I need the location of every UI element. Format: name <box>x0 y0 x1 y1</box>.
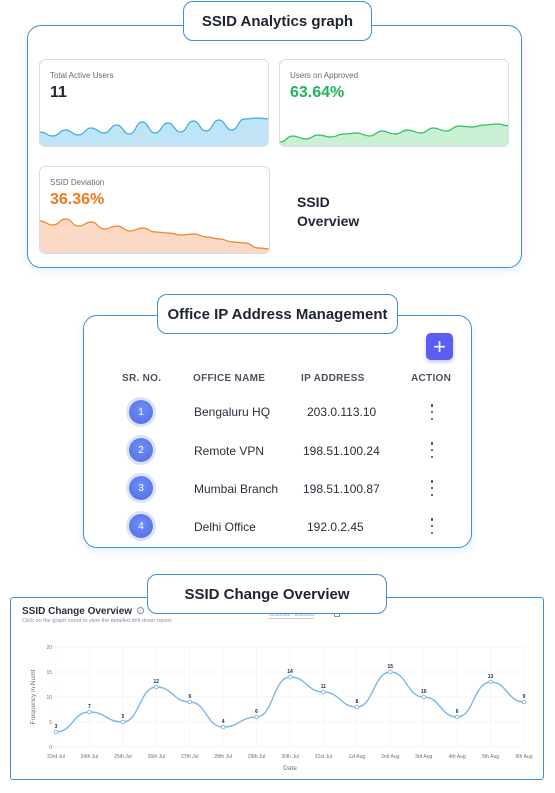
data-point[interactable] <box>421 694 426 700</box>
y-tick-label: 5 <box>49 720 52 726</box>
x-tick-label: 23rd Jul <box>47 754 65 760</box>
data-point[interactable] <box>488 679 493 685</box>
data-point[interactable] <box>354 704 360 710</box>
data-point[interactable] <box>287 674 293 680</box>
sparkline-chart <box>40 117 268 146</box>
row-actions-menu-icon[interactable] <box>429 404 435 420</box>
x-tick-label: 31st Jul <box>315 754 332 760</box>
ssid-overview-heading: SSID Overview <box>297 193 377 231</box>
card-label: Total Active Users <box>50 71 114 80</box>
data-label: 13 <box>488 674 494 680</box>
x-tick-label: 2nd Aug <box>381 754 400 760</box>
data-point[interactable] <box>53 729 59 735</box>
card-label: SSID Deviation <box>50 178 105 187</box>
card-value: 63.64% <box>290 84 345 101</box>
sparkline-chart <box>40 218 269 253</box>
row-serial-badge: 4 <box>129 514 153 538</box>
x-tick-label: 28th Jul <box>214 754 232 760</box>
data-point[interactable] <box>187 699 192 705</box>
chart-grid <box>55 646 525 748</box>
sparkline-chart <box>280 123 508 146</box>
y-tick-label: 20 <box>46 645 52 651</box>
x-tick-label: 6th Aug <box>516 754 533 760</box>
card-label: Users on Approved <box>290 71 359 80</box>
ip-address-cell: 198.51.100.87 <box>303 482 380 496</box>
sparkline-area <box>40 118 268 146</box>
row-actions-menu-icon[interactable] <box>429 480 435 496</box>
data-point[interactable] <box>521 699 527 705</box>
row-actions-menu-icon[interactable] <box>429 518 435 534</box>
y-tick-label: 15 <box>46 670 52 676</box>
data-point[interactable] <box>254 714 259 720</box>
x-tick-label: 4th Aug <box>449 754 466 760</box>
ip-address-cell: 198.51.100.24 <box>303 444 380 458</box>
y-tick-label: 10 <box>46 695 52 701</box>
row-serial-badge: 1 <box>129 400 153 424</box>
total-active-users-card[interactable]: Total Active Users 11 <box>39 59 269 147</box>
office-name-cell: Remote VPN <box>194 444 265 458</box>
ssid-change-overview-title: SSID Change Overview <box>147 574 387 614</box>
data-label: 10 <box>421 689 427 695</box>
row-serial-badge: 3 <box>129 476 153 500</box>
data-label: 14 <box>287 669 293 675</box>
users-on-approved-card[interactable]: Users on Approved 63.64% <box>279 59 509 147</box>
data-point[interactable] <box>87 709 92 715</box>
data-label: 15 <box>388 664 394 670</box>
column-header-action: ACTION <box>411 373 452 384</box>
data-label: 11 <box>321 684 327 690</box>
x-tick-label: 26th Jul <box>148 754 166 760</box>
x-tick-label: 30th Jul <box>281 754 299 760</box>
column-header-office-name: OFFICE NAME <box>193 373 266 384</box>
add-office-button[interactable]: + <box>426 333 453 360</box>
x-tick-label: 5th Aug <box>482 754 499 760</box>
data-label: 7 <box>88 704 91 710</box>
office-name-cell: Mumbai Branch <box>194 482 279 496</box>
y-axis-ticks: 0 5 10 15 20 <box>46 645 52 751</box>
overview-line-2: Overview <box>297 213 360 229</box>
ssid-deviation-card[interactable]: SSID Deviation 36.36% <box>39 166 270 254</box>
data-label: 5 <box>121 714 124 720</box>
data-point[interactable] <box>388 669 393 675</box>
column-header-sr: SR. NO. <box>122 373 162 384</box>
data-label: 6 <box>255 709 258 715</box>
data-label: 9 <box>188 694 191 700</box>
ssid-change-line-chart[interactable]: 0 5 10 15 20 23rd Jul 24th Jul 25th Jul 26th Ju… <box>10 630 540 775</box>
ssid-analytics-title: SSID Analytics graph <box>183 1 372 41</box>
data-point[interactable] <box>120 719 126 725</box>
y-axis-label: Frequency in Numt <box>30 669 37 724</box>
office-name-cell: Bengaluru HQ <box>194 405 271 419</box>
chart-subtitle: Click on the graph count to view the det… <box>22 618 173 624</box>
x-tick-label: 29th Jul <box>248 754 266 760</box>
data-label: 12 <box>154 679 160 685</box>
data-label: 3 <box>55 724 58 730</box>
column-header-ip-address: IP ADDRESS <box>301 373 365 384</box>
info-icon[interactable]: i <box>137 607 144 614</box>
x-axis-ticks: 23rd Jul 24th Jul 25th Jul 26th Jul 27th Jul… <box>47 754 533 760</box>
office-ip-title: Office IP Address Management <box>157 294 398 334</box>
ip-address-cell: 203.0.113.10 <box>307 405 377 419</box>
chart-title: SSID Change Overview <box>22 606 133 617</box>
data-point[interactable] <box>321 689 326 695</box>
x-tick-label: 1st Aug <box>349 754 366 760</box>
data-point[interactable] <box>154 684 159 690</box>
data-point[interactable] <box>454 714 460 720</box>
overview-line-1: SSID <box>297 194 330 210</box>
data-label: 6 <box>456 709 459 715</box>
x-tick-label: 27th Jul <box>181 754 199 760</box>
x-tick-label: 25th Jul <box>114 754 132 760</box>
data-label: 4 <box>222 719 225 725</box>
office-name-cell: Delhi Office <box>194 520 256 534</box>
x-tick-label: 24th Jul <box>81 754 99 760</box>
data-label: 8 <box>355 699 358 705</box>
data-point[interactable] <box>220 724 226 730</box>
ip-address-cell: 192.0.2.45 <box>307 520 364 534</box>
row-actions-menu-icon[interactable] <box>429 442 435 458</box>
row-serial-badge: 2 <box>129 438 153 462</box>
x-axis-label: Date <box>283 765 297 772</box>
y-tick-label: 0 <box>49 745 52 751</box>
card-value: 36.36% <box>50 191 105 208</box>
x-tick-label: 3rd Aug <box>415 754 432 760</box>
data-label: 9 <box>523 694 526 700</box>
card-value: 11 <box>50 84 67 101</box>
